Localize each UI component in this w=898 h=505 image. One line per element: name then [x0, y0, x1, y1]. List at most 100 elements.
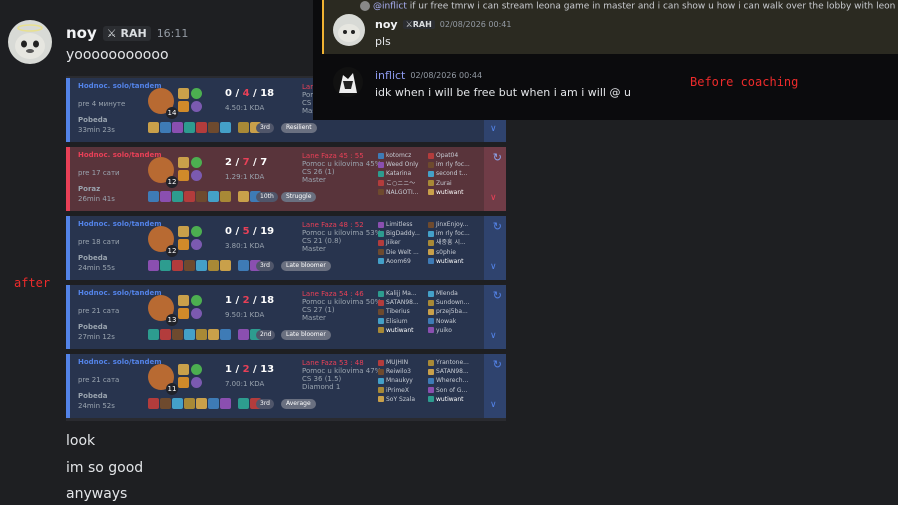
rune-icon — [191, 88, 202, 99]
match-card[interactable]: Hodnoc. solo/tandem pre 18 сати Pobeda 2… — [66, 216, 506, 280]
player-row[interactable]: Kalijj Ma... — [378, 289, 419, 298]
player-name: wutiwant — [436, 188, 464, 196]
item-icon — [184, 191, 195, 202]
match-card[interactable]: Hodnoc. solo/tandem pre 17 сати Poraz 26… — [66, 147, 506, 211]
player-name: przej5ba... — [436, 308, 468, 316]
chevron-down-icon: ∨ — [490, 331, 497, 341]
rune-icon — [191, 377, 202, 388]
player-row[interactable]: Jiiker — [378, 238, 420, 247]
role-badge-label: RAH — [120, 26, 147, 40]
refresh-icon[interactable]: ↻ — [493, 358, 502, 371]
item-icon — [220, 329, 231, 340]
player-row[interactable]: Wherech... — [428, 376, 469, 385]
item-icon — [238, 329, 249, 340]
player-row[interactable]: przej5ba... — [428, 307, 469, 316]
player-row[interactable]: NALGOTI... — [378, 188, 418, 197]
overlay-message-text: pls — [375, 35, 391, 48]
player-row[interactable]: Mlenda — [428, 289, 469, 298]
player-name: JinxEnjoy... — [436, 221, 469, 228]
player-row[interactable]: Zurai — [428, 179, 470, 188]
player-row[interactable]: wutiwant — [378, 326, 419, 335]
player-row[interactable]: s0phie — [428, 248, 470, 257]
player-name: Mnaukyy — [386, 377, 413, 385]
overlay-avatar-noy[interactable] — [333, 14, 365, 46]
time-ago: pre 21 сата — [78, 376, 120, 384]
refresh-icon[interactable]: ↻ — [493, 151, 502, 164]
player-row[interactable]: wutiwant — [428, 395, 469, 404]
match-history-image[interactable]: Hodnoc. solo/tandem pre 4 минуте Pobeda … — [66, 76, 506, 421]
overlay-username-inflict[interactable]: inflict — [375, 69, 405, 82]
player-row[interactable]: Son of G... — [428, 386, 469, 395]
player-row[interactable]: Elisium — [378, 317, 419, 326]
player-name: Nowak — [436, 317, 457, 325]
player-row[interactable]: SoY Szala — [378, 395, 415, 404]
champion-level: 12 — [166, 176, 178, 188]
player-row[interactable]: second t... — [428, 169, 470, 178]
match-card[interactable]: Hodnoc. solo/tandem pre 21 сата Pobeda 2… — [66, 354, 506, 418]
reply-preview: @inflict if ur free tmrw i can stream le… — [360, 1, 896, 12]
player-row[interactable]: Yrantone... — [428, 358, 469, 367]
player-row[interactable]: SATAN98... — [428, 367, 469, 376]
player-row[interactable]: Katarina — [378, 169, 418, 178]
player-row[interactable]: こ○ニニ〜 — [378, 179, 418, 188]
player-row[interactable]: BigDaddy... — [378, 229, 420, 238]
average-rank: Master — [302, 314, 326, 322]
summoner-spell-icon — [178, 239, 189, 250]
player-row[interactable]: Tiberius — [378, 307, 419, 316]
match-duration: 26min 41s — [78, 195, 115, 203]
match-duration: 33min 23s — [78, 126, 115, 134]
lane-phase: Lane Faza 54 : 46 — [302, 290, 364, 298]
player-name: BigDaddy... — [386, 230, 420, 238]
username[interactable]: noy — [66, 24, 97, 42]
player-row[interactable]: Reiwilo3 — [378, 367, 415, 376]
average-rank: Master — [302, 245, 326, 253]
player-name: Tiberius — [386, 308, 410, 316]
match-duration: 27min 12s — [78, 333, 115, 341]
player-row[interactable]: yuiko — [428, 326, 469, 335]
champion-icon — [428, 290, 434, 297]
after-label: after — [14, 276, 51, 290]
player-row[interactable]: im rly foc... — [428, 160, 470, 169]
player-row[interactable]: Mnaukyy — [378, 376, 415, 385]
player-row[interactable]: im rly foc... — [428, 229, 470, 238]
item-icon — [220, 191, 231, 202]
overlay-avatar-inflict[interactable] — [333, 67, 363, 97]
player-row[interactable]: JinxEnjoy... — [428, 220, 470, 229]
player-row[interactable]: iPrimeX — [378, 386, 415, 395]
player-row[interactable]: Limitless — [378, 220, 420, 229]
player-row[interactable]: Opat04 — [428, 151, 470, 160]
player-row[interactable]: Sundown... — [428, 298, 469, 307]
refresh-icon[interactable]: ↻ — [493, 220, 502, 233]
player-row[interactable]: Nowak — [428, 317, 469, 326]
player-row[interactable]: 새중흥 시... — [428, 238, 470, 247]
overlay-role-badge-label: RAH — [412, 20, 432, 29]
player-row[interactable]: Die Welt ... — [378, 248, 420, 257]
champion-icon — [428, 387, 434, 394]
reply-author[interactable]: @inflict — [373, 2, 407, 12]
match-card[interactable]: Hodnoc. solo/tandem pre 21 сата Pobeda 2… — [66, 285, 506, 349]
player-row[interactable]: MUJHIN — [378, 358, 415, 367]
rune-icon — [191, 226, 202, 237]
lane-stats: Lane Faza 53 : 48 Pomoc u kilovima 47% C… — [302, 359, 381, 391]
player-name: MUJHIN — [386, 359, 409, 366]
refresh-icon[interactable]: ↻ — [493, 289, 502, 302]
player-row[interactable]: kotomcz — [378, 151, 418, 160]
player-row[interactable]: Aoom69 — [378, 257, 420, 266]
performance-tag: Struggle — [281, 192, 317, 202]
team-blue: MUJHIN Reiwilo3 Mnaukyy iPrimeX SoY Szala — [378, 358, 415, 404]
item-icon — [148, 260, 159, 271]
team-blue: Kalijj Ma... SATAN98... Tiberius Elisium wut… — [378, 289, 419, 335]
lane-stats: Lane Faza 48 : 52 Pomoc u kilovima 53% C… — [302, 221, 381, 253]
overlay-username[interactable]: noy — [375, 18, 398, 31]
rune-icon — [191, 101, 202, 112]
lane-phase: Lane Faza 45 : 55 — [302, 152, 364, 160]
player-row[interactable]: SATAN98... — [378, 298, 419, 307]
champion-icon — [428, 396, 434, 403]
player-name: s0phie — [436, 248, 456, 256]
assists: 7 — [260, 157, 268, 168]
avatar[interactable] — [8, 20, 52, 64]
player-row[interactable]: wutiwant — [428, 257, 470, 266]
player-row[interactable]: Weed Only — [378, 160, 418, 169]
player-name: SoY Szala — [386, 395, 416, 403]
player-row[interactable]: wutiwant — [428, 188, 470, 197]
